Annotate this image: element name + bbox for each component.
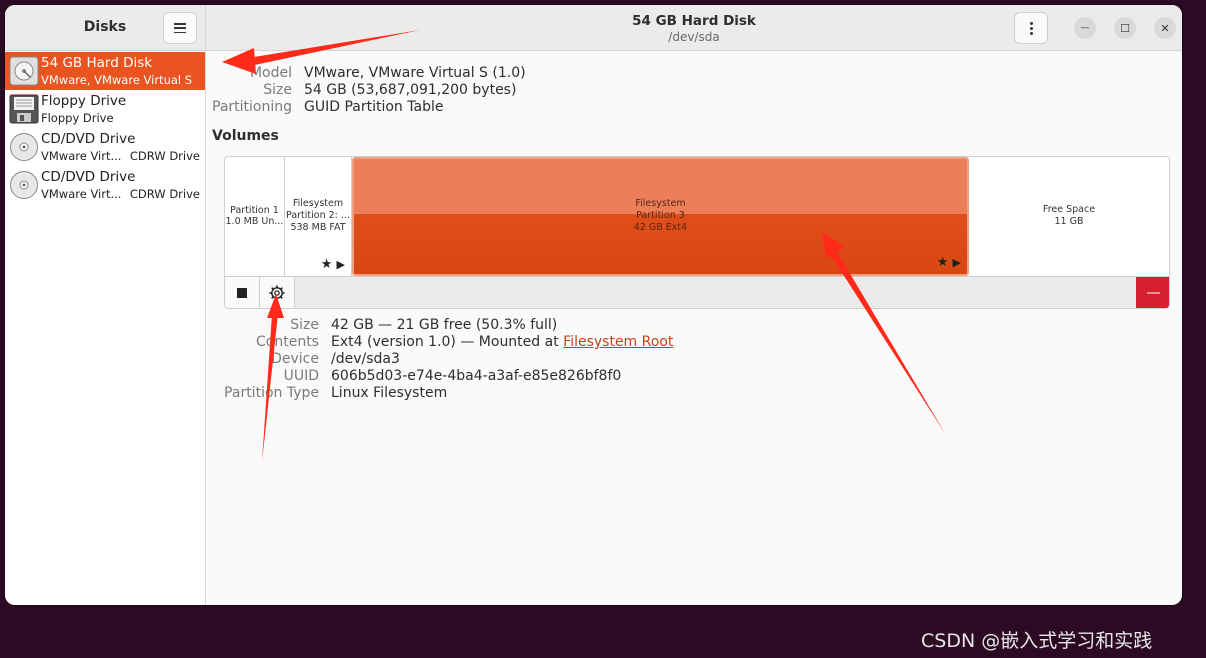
drive-name: CD/DVD Drive — [41, 131, 136, 147]
size-value: 54 GB (53,687,091,200 bytes) — [304, 82, 517, 98]
partition-toolbar: — — [225, 276, 1169, 308]
partition-size-label: Size — [290, 317, 319, 333]
free-space-segment[interactable]: Free Space 11 GB — [969, 157, 1169, 276]
hamburger-icon — [174, 23, 186, 33]
segment-line: 11 GB — [1054, 216, 1084, 227]
partitioning-label: Partitioning — [212, 99, 292, 115]
drive-name: Floppy Drive — [41, 93, 127, 109]
drive-description: VMware Virt... — [41, 149, 122, 163]
optical-disc-icon — [10, 133, 38, 161]
device-value: /dev/sda3 — [331, 351, 400, 367]
drive-name: CD/DVD Drive — [41, 169, 136, 185]
minimize-icon: — — [1080, 23, 1090, 33]
segment-line: 42 GB Ext4 — [633, 222, 688, 233]
uuid-value: 606b5d03-e74e-4ba4-a3af-e85e826bf8f0 — [331, 368, 622, 384]
segment-line: 538 MB FAT — [290, 222, 346, 233]
unmount-button[interactable] — [225, 277, 260, 308]
size-label: Size — [263, 82, 292, 98]
partition-options-button[interactable] — [260, 277, 295, 308]
drive-item-cdrom-1[interactable]: CD/DVD Drive VMware Virt... CDRW Drive — [5, 128, 205, 166]
star-icon: ★ — [936, 255, 949, 270]
disk-options-button[interactable] — [1014, 12, 1048, 44]
filesystem-root-link[interactable]: Filesystem Root — [563, 334, 673, 350]
segment-line: Partition 3 — [636, 210, 685, 221]
more-vertical-icon — [1029, 21, 1033, 35]
main-header: 54 GB Hard Disk /dev/sda — ☐ ✕ — [206, 5, 1182, 51]
partition-map: Partition 1 1.0 MB Un... Filesystem Part… — [224, 156, 1170, 309]
watermark: CSDN @嵌入式学习和实践 — [921, 630, 1153, 652]
star-icon: ★ — [320, 257, 333, 272]
volumes-heading: Volumes — [212, 128, 279, 144]
delete-partition-button[interactable]: — — [1136, 277, 1169, 308]
partitioning-value: GUID Partition Table — [304, 99, 444, 115]
minus-icon: — — [1146, 285, 1161, 301]
drive-name: 54 GB Hard Disk — [41, 55, 153, 71]
segment-status-icons: ★ ▶ — [321, 257, 345, 272]
hard-disk-icon — [9, 56, 39, 86]
contents-label: Contents — [256, 334, 319, 350]
app-menu-button[interactable] — [163, 12, 197, 44]
segment-line: 1.0 MB Un... — [225, 216, 284, 227]
partition-type-value: Linux Filesystem — [331, 385, 448, 401]
close-icon: ✕ — [1160, 21, 1170, 35]
minimize-button[interactable]: — — [1074, 17, 1096, 39]
gear-icon — [269, 285, 285, 301]
partition-3-segment[interactable]: Filesystem Partition 3 42 GB Ext4 ★ ▶ — [352, 157, 969, 276]
segment-line: Partition 2: ... — [286, 210, 350, 221]
segment-line: Filesystem — [635, 198, 686, 209]
segment-status-icons: ★ ▶ — [937, 255, 961, 270]
partition-1-segment[interactable]: Partition 1 1.0 MB Un... — [225, 157, 285, 276]
uuid-label: UUID — [283, 368, 319, 384]
maximize-button[interactable]: ☐ — [1114, 17, 1136, 39]
drive-list: 54 GB Hard Disk VMware, VMware Virtual S… — [5, 52, 205, 204]
floppy-disk-icon — [9, 94, 39, 124]
drive-item-cdrom-2[interactable]: CD/DVD Drive VMware Virt... CDRW Drive — [5, 166, 205, 204]
segment-line: Free Space — [1042, 204, 1096, 215]
contents-value: Ext4 (version 1.0) — Mounted at Filesyst… — [331, 334, 673, 350]
stop-icon — [237, 288, 247, 298]
sidebar: Disks 54 GB Hard Disk VMware, VMware Vir… — [5, 5, 206, 605]
play-icon: ▶ — [336, 258, 345, 271]
segment-line: Filesystem — [292, 198, 344, 209]
device-label: Device — [271, 351, 319, 367]
disks-window: Disks 54 GB Hard Disk VMware, VMware Vir… — [5, 5, 1182, 605]
optical-disc-icon — [10, 171, 38, 199]
partition-size-value: 42 GB — 21 GB free (50.3% full) — [331, 317, 558, 333]
drive-description: Floppy Drive — [41, 111, 114, 125]
play-icon: ▶ — [952, 256, 961, 269]
maximize-icon: ☐ — [1120, 21, 1130, 35]
drive-item-hard-disk[interactable]: 54 GB Hard Disk VMware, VMware Virtual S — [5, 52, 205, 90]
partition-type-label: Partition Type — [224, 385, 319, 401]
drive-item-floppy[interactable]: Floppy Drive Floppy Drive — [5, 90, 205, 128]
drive-description: VMware Virt... — [41, 187, 122, 201]
model-value: VMware, VMware Virtual S (1.0) — [304, 65, 526, 81]
close-button[interactable]: ✕ — [1154, 17, 1176, 39]
drive-type: CDRW Drive — [129, 187, 200, 201]
drive-type: CDRW Drive — [129, 149, 200, 163]
partition-2-segment[interactable]: Filesystem Partition 2: ... 538 MB FAT ★… — [285, 157, 352, 276]
contents-text: Ext4 (version 1.0) — Mounted at — [331, 334, 564, 350]
drive-description: VMware, VMware Virtual S — [41, 73, 193, 87]
model-label: Model — [249, 65, 292, 81]
sidebar-header: Disks — [5, 5, 205, 51]
